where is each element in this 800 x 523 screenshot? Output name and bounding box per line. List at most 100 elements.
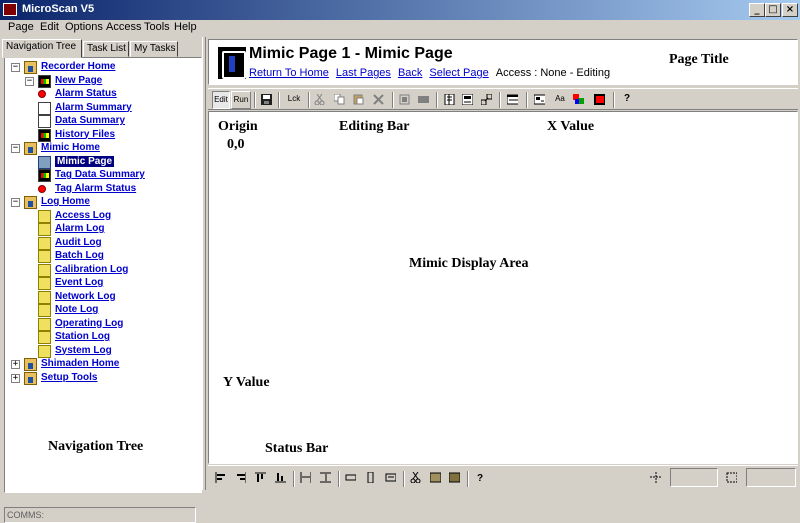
same-width-icon[interactable] [345,472,356,483]
menu-tools[interactable]: Tools [144,21,170,33]
tree-item[interactable]: Audit Log [5,236,201,250]
tree-item[interactable]: + Shimaden Home [5,358,201,371]
tree-item[interactable]: Note Log [5,304,201,317]
toolbar-separator [499,92,501,108]
minimize-button[interactable]: _ [749,3,765,17]
tree-item[interactable]: Data Summary [5,115,201,128]
expand-icon[interactable]: + [11,373,20,383]
space-vertical-icon[interactable] [320,472,331,483]
tree-item[interactable]: Tag Data Summary [5,169,201,182]
window-icon[interactable] [507,94,518,105]
properties-icon[interactable] [444,94,455,105]
ungroup-icon[interactable] [418,94,429,105]
image-icon[interactable] [534,94,545,105]
tree-item[interactable]: − Recorder Home [5,61,201,74]
align-top-icon[interactable] [255,472,266,483]
tree-item[interactable]: Network Log [5,290,201,304]
tree-item[interactable]: Event Log [5,277,201,290]
statusbar-separator [338,471,340,487]
tree-item-label: Mimic Page [55,155,115,167]
help-button[interactable]: ? [621,91,633,109]
save-icon[interactable] [261,94,272,105]
statusbar-help-button[interactable]: ? [474,471,486,489]
app-icon [3,3,17,16]
menu-page[interactable]: Page [8,21,34,33]
mimic-display-area[interactable]: Origin 0,0 Editing Bar X Value Mimic Dis… [208,111,798,464]
tree-item[interactable]: Tag Alarm Status [5,183,201,196]
folder-icon [38,223,51,236]
delete-icon[interactable] [373,94,384,105]
statusbar-separator [467,471,469,487]
menu-help[interactable]: Help [174,21,197,33]
tree-item[interactable]: Alarm Status [5,88,201,101]
tree-item[interactable]: Station Log [5,331,201,344]
title-bar: MicroScan V5 _ □ × [0,0,800,20]
tree-item[interactable]: System Log [5,344,201,358]
tree-item-label: Operating Log [55,317,124,329]
tab-my-tasks[interactable]: My Tasks [130,41,178,57]
origin-value: 0,0 [227,137,245,152]
cut-icon[interactable] [314,94,325,105]
collapse-icon[interactable]: − [25,76,34,86]
select-page-link[interactable]: Select Page [429,67,488,79]
page-settings-icon[interactable] [462,94,473,105]
tree-item[interactable]: + Setup Tools [5,371,201,385]
maximize-button[interactable]: □ [765,3,781,17]
alarm-icon [38,90,46,98]
same-height-icon[interactable] [365,472,376,483]
collapse-icon[interactable]: − [11,144,20,153]
tree-item[interactable]: Batch Log [5,250,201,263]
copy-icon[interactable] [334,94,345,105]
space-horizontal-icon[interactable] [300,472,311,483]
align-right-icon[interactable] [235,472,246,483]
y-position-icon [726,472,737,483]
tree-item[interactable]: Alarm Summary [5,101,201,115]
text-size-button[interactable]: Aa [552,91,568,109]
menu-edit[interactable]: Edit [40,21,59,33]
expand-icon[interactable]: + [11,360,20,369]
paste-icon[interactable] [353,94,364,105]
align-left-icon[interactable] [215,472,226,483]
tree-item[interactable]: − Mimic Home [5,142,201,155]
links-icon[interactable] [481,94,492,105]
tree-item-label: Mimic Home [41,142,100,153]
tree-item[interactable]: Operating Log [5,317,201,331]
tree-item[interactable]: Alarm Log [5,223,201,236]
back-link[interactable]: Back [398,67,422,79]
menu-options[interactable]: Options [65,21,103,33]
folder-icon [38,236,51,250]
edit-mode-button[interactable]: Edit [212,91,230,109]
run-mode-button[interactable]: Run [231,91,251,109]
tree-item-label: Access Log [55,209,112,221]
color-icon[interactable] [573,94,584,105]
tab-navigation-tree[interactable]: Navigation Tree [2,39,82,58]
tree-item-label: Data Summary [55,115,126,126]
tree-item[interactable]: Calibration Log [5,263,201,277]
align-bottom-icon[interactable] [275,472,286,483]
display-icon[interactable] [594,94,605,105]
last-pages-link[interactable]: Last Pages [336,67,391,79]
group-icon[interactable] [399,94,410,105]
tree-item[interactable]: − New Page [5,74,201,88]
close-button[interactable]: × [782,3,798,17]
collapse-icon[interactable]: − [11,63,20,72]
tree-item-label: System Log [55,344,112,356]
tree-item[interactable]: − Log Home [5,196,201,209]
menu-access[interactable]: Access [106,21,141,33]
page-title-annotation: Page Title [669,52,729,67]
house-icon [24,358,37,371]
house-icon [24,142,37,155]
tab-task-list[interactable]: Task List [83,41,129,57]
lock-button[interactable]: Lck [285,91,303,109]
access-status: Access : None - Editing [495,67,611,79]
cut-icon[interactable] [410,472,421,483]
collapse-icon[interactable]: − [11,198,20,207]
return-to-home-link[interactable]: Return To Home [249,67,329,79]
tree-item[interactable]: Access Log [5,209,201,223]
send-backward-icon[interactable] [449,472,460,483]
bring-forward-icon[interactable] [430,472,441,483]
folder-icon [38,290,51,304]
same-size-icon[interactable] [385,472,396,483]
tree-item[interactable]: History Files [5,128,201,142]
tree-item[interactable]: Mimic Page [5,155,201,169]
